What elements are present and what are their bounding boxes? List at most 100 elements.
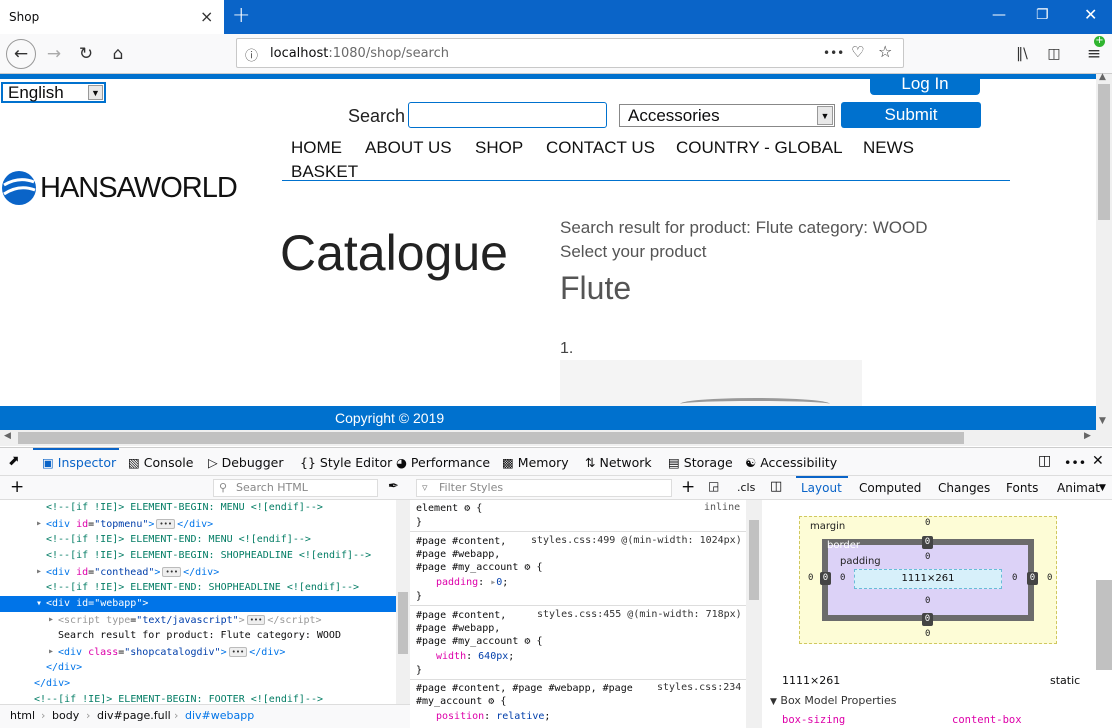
margin-right-value[interactable]: 0 <box>1047 573 1052 583</box>
close-devtools-icon[interactable]: ✕ <box>1092 453 1104 469</box>
padding-right-value[interactable]: 0 <box>1012 573 1017 583</box>
sidebar-button[interactable]: ◫ <box>1042 42 1066 66</box>
scroll-left-icon[interactable]: ◀ <box>4 431 11 441</box>
rule-source-link[interactable]: styles.css:234 <box>657 682 741 693</box>
eyedropper-icon[interactable]: ✒ <box>388 479 399 494</box>
minimize-icon[interactable]: — <box>992 7 1006 23</box>
product-image[interactable] <box>560 360 862 406</box>
layout-scrollbar-thumb[interactable] <box>1096 580 1112 670</box>
rules-scrollbar[interactable] <box>746 500 762 728</box>
tree-text-node[interactable]: Search result for product: Flute categor… <box>0 628 396 644</box>
menu-item-basket[interactable]: BASKET <box>291 162 358 182</box>
rule-declaration[interactable]: position: relative; <box>416 710 550 723</box>
back-button[interactable]: ← <box>6 39 36 69</box>
scrollbar-thumb[interactable] <box>1098 84 1110 220</box>
tab-storage[interactable]: ▤ Storage <box>668 455 733 470</box>
search-html-input[interactable]: ⚲ Search HTML <box>213 479 378 497</box>
url-bar[interactable]: ⓘ localhost:1080/shop/search ••• ♡ ☆ <box>236 38 904 68</box>
inspector-scrollbar[interactable] <box>396 500 410 704</box>
tab-fonts[interactable]: Fonts <box>1006 481 1038 495</box>
menu-item-shop[interactable]: SHOP <box>475 138 523 158</box>
filter-styles-input[interactable]: ▿ Filter Styles <box>416 479 672 497</box>
pocket-icon[interactable]: ♡ <box>851 43 864 61</box>
page-actions-icon[interactable]: ••• <box>823 46 844 60</box>
chevron-down-icon[interactable]: ▼ <box>1099 483 1106 493</box>
tab-debugger[interactable]: ▷ Debugger <box>208 455 283 470</box>
toggle-sidebar-icon[interactable]: ◫ <box>770 479 782 494</box>
tree-node[interactable]: ▸ <script type="text/javascript"> ••• </scr… <box>0 612 396 628</box>
bookmark-star-icon[interactable]: ☆ <box>878 42 892 61</box>
breadcrumb-page[interactable]: div#page.full <box>97 705 171 727</box>
tree-node[interactable]: ▸ <div class="shopcatalogdiv"> ••• </div> <box>0 644 396 660</box>
box-model-properties-header[interactable]: ▼ Box Model Properties <box>770 694 896 707</box>
tab-accessibility[interactable]: ☯ Accessibility <box>745 455 837 470</box>
border-bottom-value[interactable]: 0 <box>922 613 933 626</box>
padding-top-value[interactable]: 0 <box>925 552 930 562</box>
reload-button[interactable]: ↻ <box>74 42 98 66</box>
tree-node[interactable]: </div> <box>0 676 396 692</box>
tab-performance[interactable]: ◕ Performance <box>396 455 490 470</box>
forward-button[interactable]: → <box>42 42 66 66</box>
menu-item-news[interactable]: NEWS <box>863 138 914 158</box>
breadcrumb-html[interactable]: html <box>10 705 35 727</box>
scroll-right-icon[interactable]: ▶ <box>1084 431 1091 441</box>
tree-comment[interactable]: <!--[if !IE]> ELEMENT-BEGIN: SHOPHEADLIN… <box>0 548 396 564</box>
menu-item-home[interactable]: HOME <box>291 138 342 158</box>
rule-source-link[interactable]: styles.css:499 @(min-width: 1024px) <box>531 535 742 546</box>
library-button[interactable]: ‖\ <box>1010 42 1034 66</box>
padding-bottom-value[interactable]: 0 <box>925 596 930 606</box>
breadcrumb-webapp[interactable]: div#webapp <box>185 705 254 727</box>
margin-left-value[interactable]: 0 <box>808 573 813 583</box>
tab-layout[interactable]: Layout <box>801 481 842 495</box>
dock-icon[interactable]: ◫ <box>1038 453 1051 469</box>
tab-network[interactable]: ⇅ Network <box>585 455 652 470</box>
login-button[interactable]: Log In <box>870 74 980 95</box>
tab-style-editor[interactable]: {} Style Editor <box>300 455 392 470</box>
tab-changes[interactable]: Changes <box>938 481 990 495</box>
margin-bottom-value[interactable]: 0 <box>925 629 930 639</box>
rule-source-link[interactable]: styles.css:455 @(min-width: 718px) <box>537 609 742 620</box>
tab-computed[interactable]: Computed <box>859 481 921 495</box>
menu-item-country-global[interactable]: COUNTRY - GLOBAL <box>676 138 843 158</box>
new-tab-button[interactable]: + <box>232 3 250 28</box>
border-right-value[interactable]: 0 <box>1027 572 1038 585</box>
home-button[interactable]: ⌂ <box>106 42 130 66</box>
category-select[interactable]: Accessories ▼ <box>619 104 835 127</box>
scrollbar-thumb[interactable] <box>18 432 964 444</box>
info-icon[interactable]: ⓘ <box>245 45 258 64</box>
element-picker-icon[interactable]: ⬈ <box>8 453 20 469</box>
close-window-icon[interactable]: ✕ <box>1084 5 1097 24</box>
scrollbar-thumb[interactable] <box>398 592 408 654</box>
rule-declaration[interactable]: padding: ▸0; <box>416 576 508 589</box>
breadcrumb-body[interactable]: body <box>52 705 79 727</box>
add-node-icon[interactable]: + <box>10 477 24 497</box>
close-tab-icon[interactable]: × <box>200 7 213 26</box>
page-horizontal-scrollbar[interactable]: ◀ ▶ <box>0 430 1112 446</box>
padding-left-value[interactable]: 0 <box>840 573 845 583</box>
page-vertical-scrollbar[interactable]: ▲ ▼ <box>1096 72 1112 430</box>
tab-memory[interactable]: ▩ Memory <box>502 455 569 470</box>
menu-item-contact-us[interactable]: CONTACT US <box>546 138 655 158</box>
browser-tab[interactable]: Shop × <box>0 0 224 34</box>
tree-node[interactable]: ▾ <div id="webapp"> <box>0 596 396 612</box>
border-left-value[interactable]: 0 <box>820 572 831 585</box>
scroll-up-icon[interactable]: ▲ <box>1099 72 1106 82</box>
tree-node[interactable]: ▸ <div id="topmenu"> ••• </div> <box>0 516 396 532</box>
scrollbar-thumb[interactable] <box>749 520 759 600</box>
restore-icon[interactable]: ❐ <box>1036 7 1049 23</box>
border-top-value[interactable]: 0 <box>922 536 933 549</box>
scroll-down-icon[interactable]: ▼ <box>1099 416 1106 426</box>
menu-item-about-us[interactable]: ABOUT US <box>365 138 452 158</box>
more-options-icon[interactable]: ••• <box>1064 455 1086 470</box>
tree-node[interactable]: ▸ <div id="conthead"> ••• </div> <box>0 564 396 580</box>
margin-top-value[interactable]: 0 <box>925 518 930 528</box>
cls-toggle[interactable]: .cls <box>737 481 755 494</box>
tree-comment[interactable]: <!--[if !IE]> ELEMENT-BEGIN: MENU <![end… <box>0 500 396 516</box>
add-rule-icon[interactable]: + <box>681 477 695 497</box>
tree-comment[interactable]: <!--[if !IE]> ELEMENT-END: SHOPHEADLINE … <box>0 580 396 596</box>
language-select[interactable]: English ▼ <box>1 82 106 103</box>
pseudo-class-icon[interactable]: ◲ <box>708 479 719 493</box>
submit-button[interactable]: Submit <box>841 102 981 128</box>
tree-node[interactable]: </div> <box>0 660 396 676</box>
rule-declaration[interactable]: width: 640px; <box>416 650 514 663</box>
